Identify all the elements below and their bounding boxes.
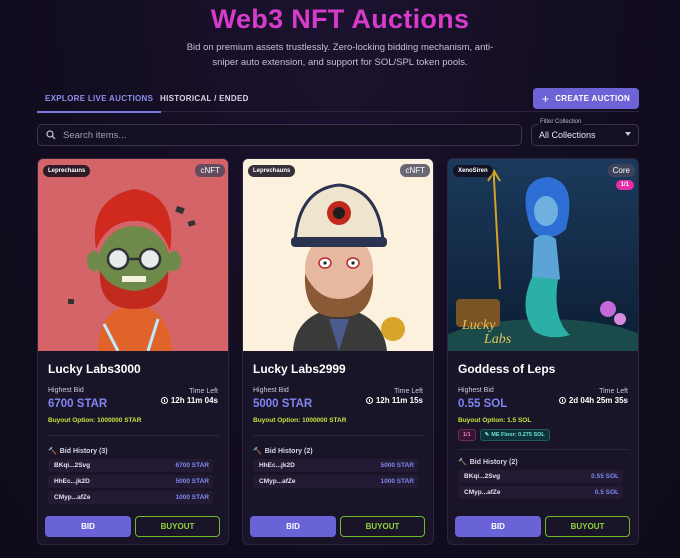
bid-address: CMyp...afZe [54,494,91,501]
bid-row: BKqi...2Svg 0.55 SOL [458,470,623,483]
card-title: Lucky Labs3000 [48,362,141,376]
search-box[interactable] [37,124,522,146]
bid-history-text: Bid History (2) [264,447,313,455]
buyout-button[interactable]: BUYOUT [545,516,630,537]
highest-bid-value: 5000 STAR [253,398,313,410]
divider [253,435,425,436]
bid-address: CMyp...afZe [259,478,296,485]
time-left-value: 2d 04h 25m 35s [558,396,628,405]
bid-amount: 0.55 SOL [591,473,619,480]
time-left-text: 12h 11m 04s [170,396,218,405]
divider [48,435,220,436]
nft-image[interactable]: Leprechauns cNFT [243,159,433,351]
edition-badge: 1/1 [615,180,634,190]
page-subtitle: Bid on premium assets trustlessly. Zero-… [186,42,494,68]
clock-icon [558,397,566,404]
svg-text:Lucky: Lucky [461,318,496,333]
bid-amount: 5000 STAR [175,478,209,485]
collection-badge: Leprechauns [43,165,91,177]
collection-badge: XenoSiren [453,165,493,177]
filter-value: All Collections [539,130,596,140]
time-left-text: 12h 11m 15s [375,396,423,405]
svg-text:Labs: Labs [483,332,512,347]
highest-bid-value: 6700 STAR [48,398,108,410]
filter-collection-select[interactable]: Filter Collection All Collections [531,119,639,146]
auction-card[interactable]: Lucky Labs XenoSiren Core 1/1 Goddess of… [447,158,639,545]
card-title: Lucky Labs2999 [253,362,346,376]
highest-bid-label: Highest Bid [48,387,84,394]
collection-badge: Leprechauns [248,165,296,177]
bid-row: CMyp...afZe 1000 STAR [48,491,213,504]
buyout-button[interactable]: BUYOUT [340,516,425,537]
page-title: Web3 NFT Auctions [210,4,470,34]
bid-row: CMyp...afZe 0.5 SOL [458,486,623,499]
create-auction-label: CREATE AUCTION [555,94,631,103]
bid-row: HhEc...jk2D 5000 STAR [253,459,418,472]
search-input[interactable] [63,129,503,141]
highest-bid-label: Highest Bid [458,387,494,394]
tag-icon: ✎ [484,432,490,438]
edition-mini-badge: 1/1 [458,429,476,441]
floor-price-text: ME Floor: 0.275 SOL [491,432,545,438]
bid-amount: 6700 STAR [175,462,209,469]
bid-amount: 1000 STAR [380,478,414,485]
type-badge: cNFT [195,164,225,177]
bid-history-text: Bid History (2) [469,458,518,466]
bid-amount: 5000 STAR [380,462,414,469]
bid-amount: 1000 STAR [175,494,209,501]
filter-label: Filter Collection [538,119,584,125]
tab-explore-live[interactable]: EXPLORE LIVE AUCTIONS [36,94,162,113]
time-left-label: Time Left [599,388,628,395]
time-left-text: 2d 04h 25m 35s [568,396,628,405]
nft-image[interactable]: Lucky Labs XenoSiren Core 1/1 [448,159,638,351]
bid-address: CMyp...afZe [464,489,501,496]
tab-historical[interactable]: HISTORICAL / ENDED [160,94,249,103]
divider [458,449,630,450]
bid-row: BKqi...2Svg 6700 STAR [48,459,213,472]
nft-image[interactable]: Leprechauns cNFT [38,159,228,351]
bid-row: HhEc...jk2D 5000 STAR [48,475,213,488]
clock-icon [160,397,168,404]
time-left-label: Time Left [394,388,423,395]
buyout-option: Buyout Option: 1000000 STAR [253,417,347,424]
time-left-label: Time Left [189,388,218,395]
bid-amount: 0.5 SOL [594,489,619,496]
bid-address: BKqi...2Svg [54,462,91,469]
floor-price-badge: ✎ ME Floor: 0.275 SOL [479,429,550,441]
create-auction-button[interactable]: + CREATE AUCTION [533,88,639,109]
search-icon [46,130,56,140]
highest-bid-label: Highest Bid [253,387,289,394]
plus-icon: + [541,91,550,106]
bid-button[interactable]: BID [45,516,131,537]
auction-card[interactable]: Leprechauns cNFT Lucky Labs2999 Highest … [242,158,434,545]
bid-row: CMyp...afZe 1000 STAR [253,475,418,488]
buyout-button[interactable]: BUYOUT [135,516,220,537]
time-left-value: 12h 11m 15s [365,396,423,405]
bid-address: HhEc...jk2D [54,478,90,485]
gavel-icon: 🔨 [253,448,262,455]
bid-history-title: 🔨 Bid History (2) [253,447,313,456]
buyout-option: Buyout Option: 1000000 STAR [48,417,142,424]
auction-card[interactable]: Leprechauns cNFT Lucky Labs3000 Highest … [37,158,229,545]
time-left-value: 12h 11m 04s [160,396,218,405]
bid-history-text: Bid History (3) [59,447,108,455]
type-badge: Core [607,164,635,177]
bid-history-title: 🔨 Bid History (2) [458,458,518,467]
chevron-down-icon [625,132,631,136]
bid-history-title: 🔨 Bid History (3) [48,447,108,456]
bid-address: BKqi...2Svg [464,473,501,480]
gavel-icon: 🔨 [48,448,57,455]
card-title: Goddess of Leps [458,362,556,376]
type-badge: cNFT [400,164,430,177]
clock-icon [365,397,373,404]
bid-address: HhEc...jk2D [259,462,295,469]
bid-button[interactable]: BID [455,516,541,537]
info-badges: 1/1 ✎ ME Floor: 0.275 SOL [458,429,550,441]
bid-button[interactable]: BID [250,516,336,537]
highest-bid-value: 0.55 SOL [458,398,508,410]
gavel-icon: 🔨 [458,459,467,466]
buyout-option: Buyout Option: 1.5 SOL [458,417,532,424]
